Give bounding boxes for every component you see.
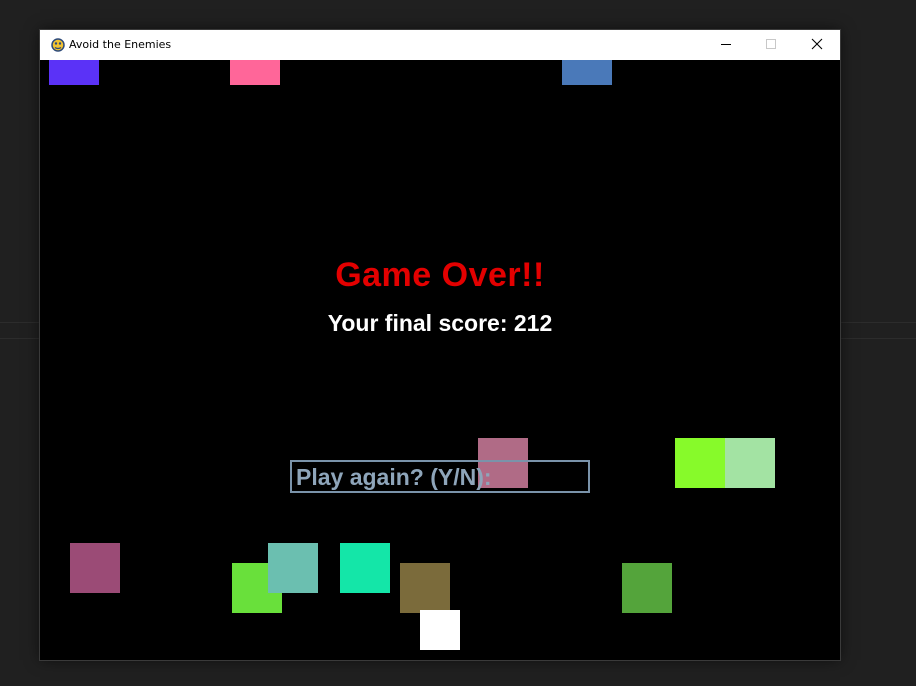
close-button[interactable] (794, 30, 840, 60)
game-over-title: Game Over!! (335, 256, 545, 294)
final-score-text: Your final score: 212 (327, 310, 553, 336)
enemy-block (49, 60, 99, 85)
play-again-prompt: Play again? (Y/N): (296, 464, 492, 490)
game-canvas[interactable]: Game Over!! Your final score: 212 Play a… (40, 60, 840, 660)
enemy-block (268, 543, 318, 593)
enemy-block (340, 543, 390, 593)
play-again-input[interactable]: Play again? (Y/N): (290, 460, 590, 493)
enemy-block (675, 438, 725, 488)
pygame-snake-icon (50, 37, 66, 53)
enemy-block (400, 563, 450, 613)
enemy-block (230, 60, 280, 85)
window-title: Avoid the Enemies (69, 38, 172, 51)
enemy-block (725, 438, 775, 488)
game-window: Avoid the Enemies Game Over!! Your final… (40, 30, 840, 660)
enemy-block (622, 563, 672, 613)
minimize-icon (720, 38, 732, 53)
title-bar[interactable]: Avoid the Enemies (40, 30, 840, 60)
enemy-block (70, 543, 120, 593)
enemy-block (562, 60, 612, 85)
maximize-icon (765, 38, 777, 53)
minimize-button[interactable] (703, 30, 749, 60)
player-block (420, 610, 460, 650)
maximize-button[interactable] (748, 30, 794, 60)
close-icon (811, 38, 823, 53)
